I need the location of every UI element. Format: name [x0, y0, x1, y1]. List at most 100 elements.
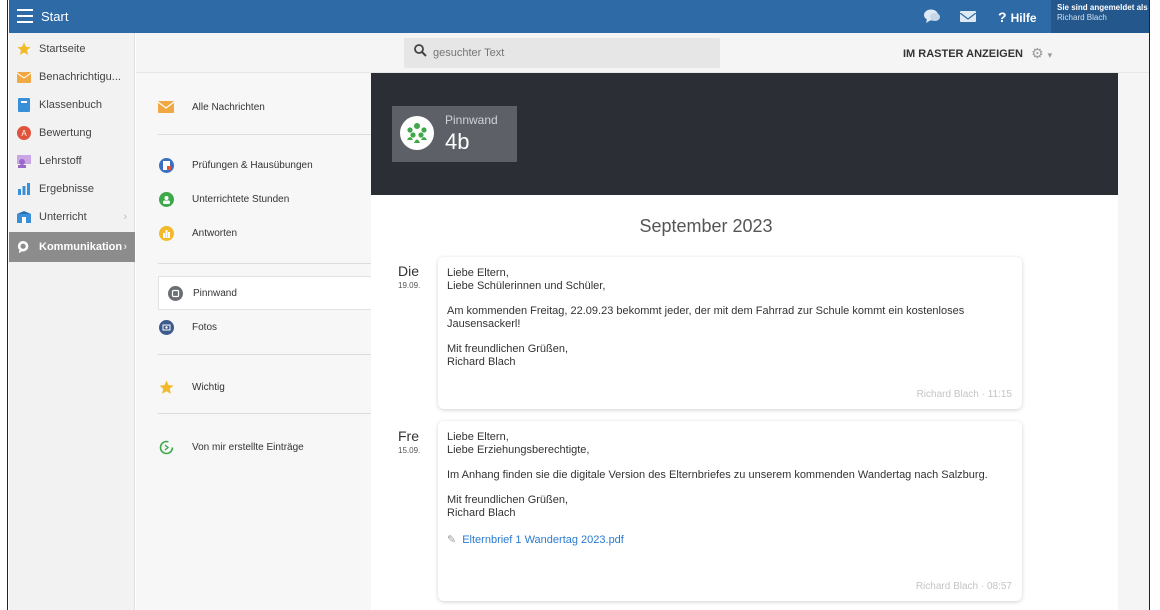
post-line: Richard Blach — [447, 507, 516, 519]
search-box[interactable] — [404, 38, 720, 68]
subnav-item-alle-nachrichten[interactable]: Alle Nachrichten — [158, 90, 371, 124]
attachment-name: Elternbrief 1 Wandertag 2023.pdf — [462, 534, 624, 546]
search-icon — [414, 44, 427, 62]
photos-icon — [158, 319, 174, 335]
divider — [158, 413, 371, 414]
subnav-item-label: Alle Nachrichten — [192, 101, 265, 113]
post-weekday: Die — [398, 263, 420, 279]
lesson-icon — [158, 191, 174, 207]
messages-icon[interactable] — [923, 8, 941, 24]
star-icon — [17, 42, 31, 56]
post-line: Liebe Schülerinnen und Schüler, — [447, 280, 606, 292]
exam-icon — [158, 157, 174, 173]
subnav-item-label: Pinnwand — [193, 287, 237, 299]
post-line: Mit freundlichen Grüßen, — [447, 343, 569, 355]
chevron-right-icon: › — [123, 241, 127, 253]
pinboard-main: Pinnwand 4b September 2023 Die 19.09. Li… — [371, 73, 1118, 610]
window-edge-left — [0, 0, 8, 610]
sidebar-item-bewertung[interactable]: A Bewertung — [9, 119, 135, 147]
sidebar-item-kommunikation[interactable]: Kommunikation › — [9, 232, 135, 262]
toolbar: IM RASTER ANZEIGEN ⚙▾ — [136, 33, 1149, 73]
user-name: Richard Blach — [1057, 13, 1107, 22]
sidebar-item-startseite[interactable]: Startseite — [9, 35, 135, 63]
subnav-item-pinnwand[interactable]: Pinnwand — [158, 276, 371, 310]
mail-icon[interactable] — [959, 11, 977, 22]
subnav-item-unterrichtete-stunden[interactable]: Unterrichtete Stunden — [158, 182, 371, 216]
paperclip-icon: ✎ — [447, 534, 457, 546]
pinboard-icon — [167, 285, 183, 301]
post-meta: Richard Blach · 08:57 — [915, 581, 1012, 592]
star-icon — [158, 379, 174, 395]
school-icon — [17, 210, 31, 224]
hamburger-menu-icon[interactable] — [17, 9, 33, 23]
subnav-item-label: Fotos — [192, 321, 218, 333]
rating-icon: A — [17, 126, 31, 140]
group-icon — [400, 116, 434, 150]
gear-icon: ⚙ — [1031, 45, 1044, 61]
subnav-item-pruefungen[interactable]: Prüfungen & Hausübungen — [158, 148, 371, 182]
subnav-item-label: Wichtig — [192, 381, 225, 393]
post-weekday: Fre — [398, 428, 419, 444]
sidebar-item-unterricht[interactable]: Unterricht › — [9, 203, 135, 231]
sidebar-item-label: Startseite — [39, 43, 86, 55]
post-line: Am kommenden Freitag, 22.09.23 bekommt j… — [447, 305, 965, 330]
post-line: Mit freundlichen Grüßen, — [447, 494, 569, 506]
attachment-link[interactable]: ✎ Elternbrief 1 Wandertag 2023.pdf — [447, 534, 1012, 547]
post-card[interactable]: Liebe Eltern, Liebe Schülerinnen und Sch… — [438, 257, 1022, 409]
pinboard-header: Pinnwand 4b — [371, 73, 1118, 195]
post-line: Liebe Erziehungsberechtigte, — [447, 444, 590, 456]
subnav-item-label: Unterrichtete Stunden — [192, 193, 290, 205]
chart-icon — [17, 182, 31, 196]
svg-text:A: A — [21, 129, 27, 138]
subnav-item-label: Prüfungen & Hausübungen — [192, 159, 313, 171]
chevron-down-icon: ▾ — [1047, 50, 1053, 60]
pinboard-card[interactable]: Pinnwand 4b — [392, 106, 517, 162]
sidebar-item-lehrstoff[interactable]: Lehrstoff — [9, 147, 135, 175]
communication-subnav: Alle Nachrichten Prüfungen & Hausübungen… — [136, 73, 371, 610]
pinboard-label: Pinnwand — [445, 113, 498, 127]
envelope-icon — [158, 99, 174, 115]
subnav-item-wichtig[interactable]: Wichtig — [158, 370, 371, 404]
app-title[interactable]: Start — [41, 9, 68, 24]
subnav-item-fotos[interactable]: Fotos — [158, 310, 371, 344]
sidebar-item-label: Bewertung — [39, 127, 92, 139]
teacher-icon — [17, 154, 31, 168]
help-link[interactable]: ? Hilfe — [998, 9, 1037, 25]
class-name: 4b — [445, 129, 470, 154]
chevron-right-icon: › — [123, 211, 127, 223]
subnav-item-label: Antworten — [192, 227, 238, 239]
sidebar-item-label: Benachrichtigu... — [39, 71, 121, 83]
subnav-item-label: Von mir erstellte Einträge — [192, 441, 304, 453]
month-heading: September 2023 — [639, 216, 773, 236]
post-line: Liebe Eltern, — [447, 267, 509, 279]
grid-view-button[interactable]: IM RASTER ANZEIGEN — [903, 48, 1023, 60]
search-input[interactable] — [433, 47, 703, 59]
window-edge-right — [1149, 0, 1160, 610]
sidebar-item-klassenbuch[interactable]: Klassenbuch — [9, 91, 135, 119]
login-status: Sie sind angemeldet als — [1057, 3, 1148, 12]
sidebar-item-label: Klassenbuch — [39, 99, 102, 111]
post-meta: Richard Blach · 11:15 — [916, 389, 1012, 400]
divider — [158, 263, 371, 264]
post-line: Im Anhang finden sie die digitale Versio… — [447, 469, 988, 481]
post-date: 19.09. — [398, 281, 421, 290]
settings-menu[interactable]: ⚙ ▾ — [1031, 45, 1052, 62]
sidebar-item-label: Ergebnisse — [39, 183, 95, 195]
sidebar-item-label: Unterricht — [39, 211, 87, 223]
post-card[interactable]: Liebe Eltern, Liebe Erziehungsberechtigt… — [438, 421, 1022, 601]
sidebar-item-ergebnisse[interactable]: Ergebnisse — [9, 175, 135, 203]
top-bar: Start ? Hilfe Sie sind angemeldet als Ric… — [9, 0, 1149, 33]
own-entries-icon — [158, 439, 174, 455]
subnav-item-eigene-eintraege[interactable]: Von mir erstellte Einträge — [158, 430, 371, 464]
post-line: Liebe Eltern, — [447, 431, 509, 443]
subnav-item-antworten[interactable]: Antworten — [158, 216, 371, 250]
help-label: Hilfe — [1010, 11, 1037, 25]
post-date: 15.09. — [398, 446, 421, 455]
sidebar: Startseite Benachrichtigu... Klassenbuch… — [9, 33, 135, 610]
book-icon — [17, 98, 31, 112]
user-login-info[interactable]: Sie sind angemeldet als Richard Blach — [1051, 0, 1149, 33]
right-gutter — [1118, 73, 1149, 610]
sidebar-item-label: Lehrstoff — [39, 155, 82, 167]
sidebar-item-benachrichtigungen[interactable]: Benachrichtigu... — [9, 63, 135, 91]
post-line: Richard Blach — [447, 356, 516, 368]
